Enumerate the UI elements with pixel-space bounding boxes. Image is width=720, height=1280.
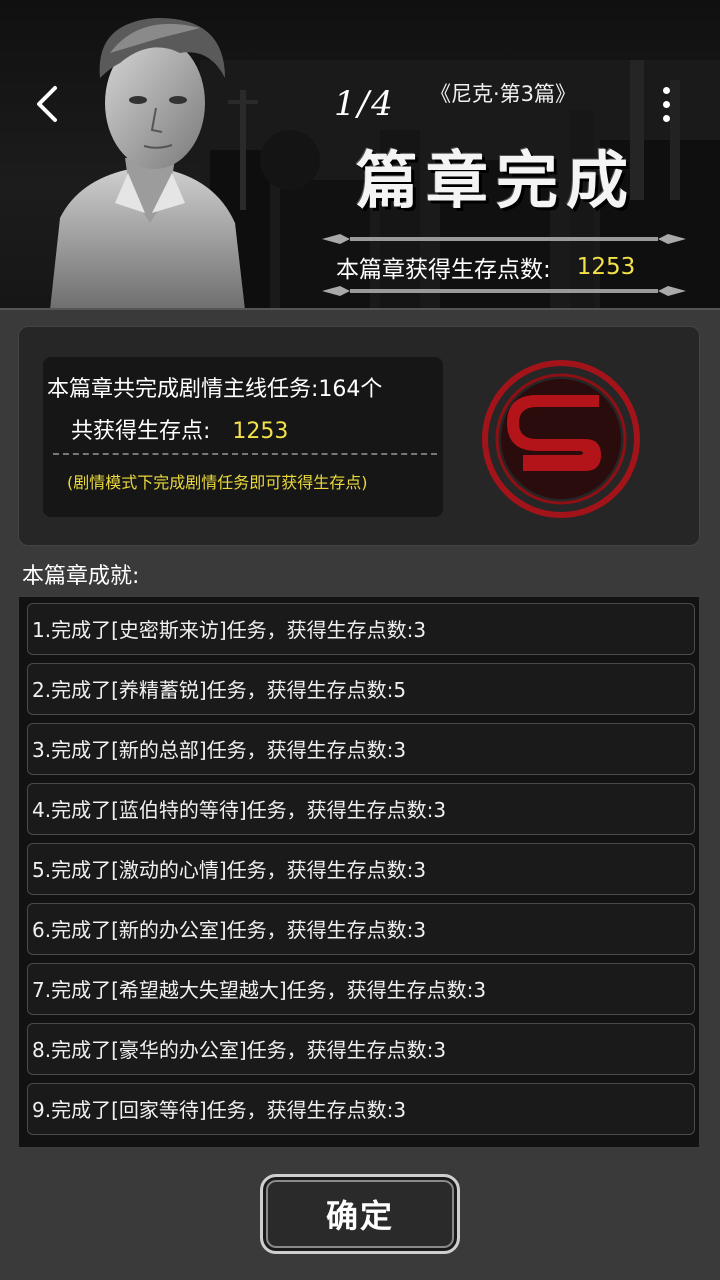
achievement-item: 5.完成了[激动的心情]任务，获得生存点数:3: [27, 843, 695, 895]
points-note: (剧情模式下完成剧情任务即可获得生存点): [67, 473, 368, 492]
achievement-item: 2.完成了[养精蓄锐]任务，获得生存点数:5: [27, 663, 695, 715]
chapter-points-row: 本篇章获得生存点数: 1253: [336, 250, 676, 284]
summary-box: 本篇章共完成剧情主线任务:164个 共获得生存点: 1253 (剧情模式下完成剧情…: [43, 357, 443, 517]
more-options-button[interactable]: [648, 82, 684, 126]
chapter-complete-banner: 1/4 《尼克·第3篇》 篇章完成 本篇章获得生存点数: 1253: [0, 0, 720, 310]
achievement-item: 3.完成了[新的总部]任务，获得生存点数:3: [27, 723, 695, 775]
achievement-item: 8.完成了[豪华的办公室]任务，获得生存点数:3: [27, 1023, 695, 1075]
achievements-list[interactable]: 1.完成了[史密斯来访]任务，获得生存点数:3 2.完成了[养精蓄锐]任务，获得…: [18, 596, 700, 1148]
achievement-item: 6.完成了[新的办公室]任务，获得生存点数:3: [27, 903, 695, 955]
tasks-completed-text: 本篇章共完成剧情主线任务:164个: [47, 377, 383, 402]
chapter-points-label: 本篇章获得生存点数:: [336, 257, 551, 283]
achievements-title: 本篇章成就:: [22, 564, 140, 589]
dashed-divider: [53, 453, 437, 455]
more-vertical-icon: [662, 86, 670, 94]
confirm-button[interactable]: 确定: [260, 1174, 460, 1254]
back-button[interactable]: [22, 80, 70, 128]
chapter-points-value: 1253: [576, 254, 636, 280]
character-portrait: [50, 17, 245, 308]
chapter-name: 《尼克·第3篇》: [430, 82, 577, 106]
total-points-value: 1253: [232, 419, 289, 444]
achievement-item: 4.完成了[蓝伯特的等待]任务，获得生存点数:3: [27, 783, 695, 835]
achievement-item: 7.完成了[希望越大失望越大]任务，获得生存点数:3: [27, 963, 695, 1015]
summary-panel: 本篇章共完成剧情主线任务:164个 共获得生存点: 1253 (剧情模式下完成剧情…: [18, 326, 700, 546]
achievement-item: 9.完成了[回家等待]任务，获得生存点数:3: [27, 1083, 695, 1135]
page-indicator: 1/4: [334, 84, 395, 124]
decorative-divider-bottom: [322, 286, 686, 296]
decorative-divider-top: [322, 234, 686, 244]
back-arrow-icon: [37, 86, 57, 122]
survival-emblem-icon: [482, 360, 640, 518]
achievement-item: 1.完成了[史密斯来访]任务，获得生存点数:3: [27, 603, 695, 655]
total-points-row: 共获得生存点: 1253: [71, 413, 288, 445]
chapter-complete-title: 篇章完成: [356, 144, 637, 217]
total-points-label: 共获得生存点:: [71, 419, 211, 444]
